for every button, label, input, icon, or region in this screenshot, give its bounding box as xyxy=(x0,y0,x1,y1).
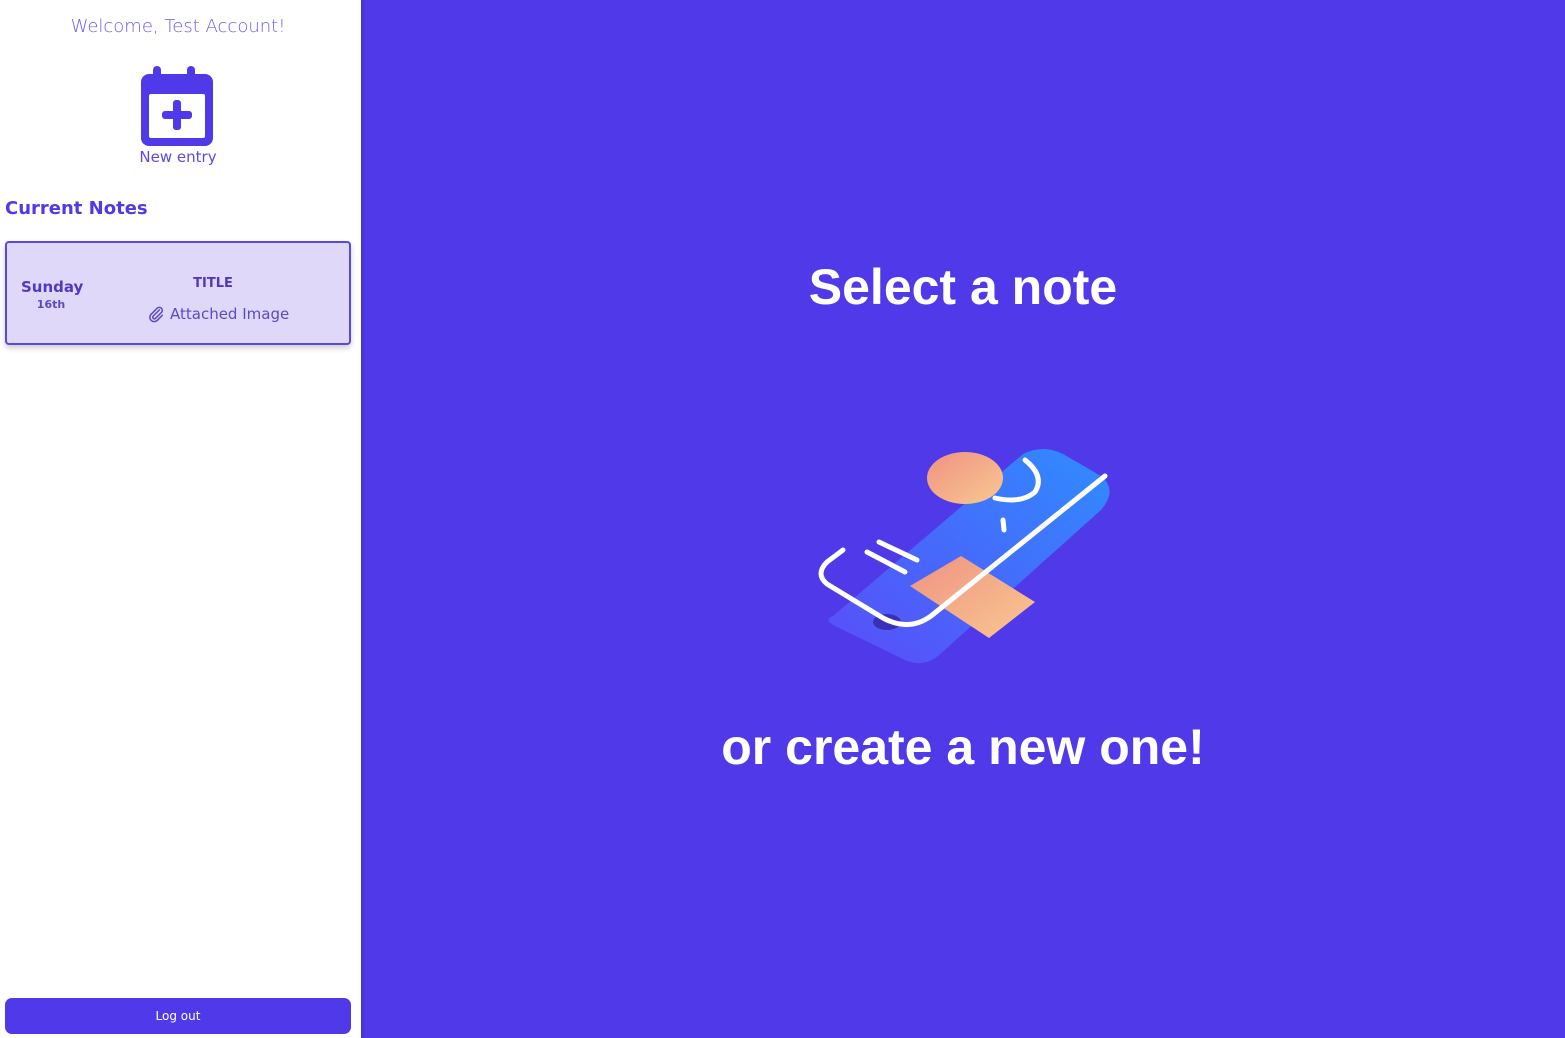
new-entry-button[interactable]: New entry xyxy=(128,62,228,168)
calendar-plus-icon xyxy=(141,66,213,146)
note-card[interactable]: Sunday 16th TITLE Attached Image xyxy=(5,241,351,345)
note-day: Sunday xyxy=(21,278,84,296)
current-notes-heading: Current Notes xyxy=(5,198,148,219)
new-entry-label: New entry xyxy=(139,148,217,166)
note-date: 16th xyxy=(36,298,66,311)
sidebar: Welcome, Test Account! New entry Current… xyxy=(0,0,361,1038)
main-panel: Select a note or create a new one! xyxy=(361,0,1565,1038)
app: Welcome, Test Account! New entry Current… xyxy=(0,0,1565,1038)
create-note-heading: or create a new one! xyxy=(721,719,1205,775)
sidebar-divider xyxy=(361,0,365,1038)
attachment-label: Attached Image xyxy=(170,305,290,323)
logout-button[interactable]: Log out xyxy=(5,998,351,1034)
phone-illustration xyxy=(818,449,1110,664)
select-note-heading: Select a note xyxy=(808,259,1118,315)
paperclip-icon xyxy=(149,306,164,323)
note-attachment: Attached Image xyxy=(147,305,307,323)
note-title: TITLE xyxy=(193,276,233,291)
welcome-message: Welcome, Test Account! xyxy=(70,16,286,37)
